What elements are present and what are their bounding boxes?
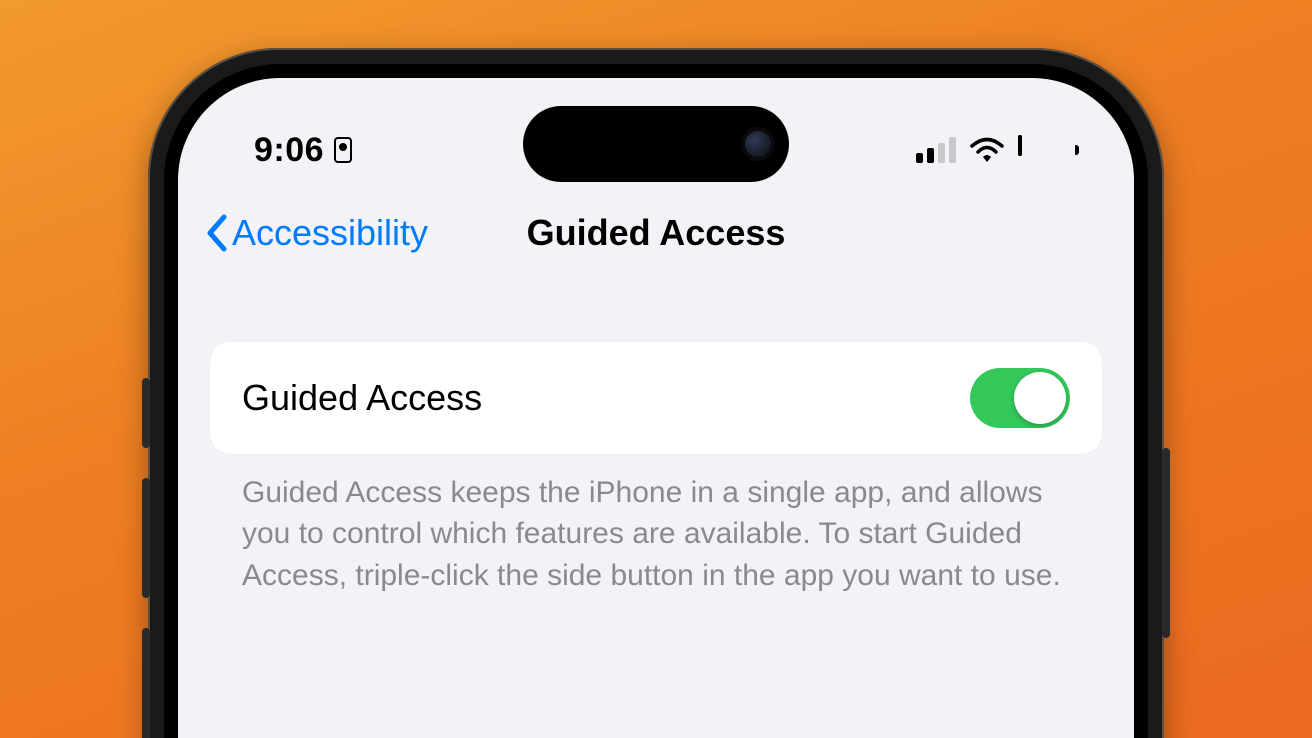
guided-access-toggle[interactable]: [970, 368, 1070, 428]
volume-down-button: [142, 628, 150, 738]
phone-frame: 9:06: [148, 48, 1164, 738]
status-left: 9:06: [254, 131, 352, 170]
battery-icon: [1018, 137, 1074, 163]
volume-up-button: [142, 478, 150, 598]
back-button[interactable]: Accessibility: [204, 212, 428, 254]
guided-access-label: Guided Access: [242, 377, 482, 419]
chevron-left-icon: [204, 214, 228, 252]
back-button-label: Accessibility: [232, 212, 428, 254]
guided-access-description: Guided Access keeps the iPhone in a sing…: [210, 454, 1102, 596]
dynamic-island: [523, 106, 789, 182]
status-time: 9:06: [254, 131, 324, 170]
settings-group: Guided Access: [210, 342, 1102, 454]
orientation-lock-icon: [334, 137, 352, 163]
side-button: [1162, 448, 1170, 638]
mute-switch: [142, 378, 150, 448]
status-right: [916, 137, 1074, 163]
settings-content: Guided Access Guided Access keeps the iP…: [178, 268, 1134, 596]
page-title: Guided Access: [527, 212, 786, 254]
guided-access-row[interactable]: Guided Access: [210, 342, 1102, 454]
front-camera-icon: [741, 127, 775, 161]
toggle-knob: [1014, 372, 1066, 424]
phone-screen: 9:06: [178, 78, 1134, 738]
cellular-signal-icon: [916, 137, 956, 163]
wifi-icon: [970, 137, 1004, 163]
navigation-bar: Accessibility Guided Access: [178, 198, 1134, 268]
phone-bezel: 9:06: [164, 64, 1148, 738]
